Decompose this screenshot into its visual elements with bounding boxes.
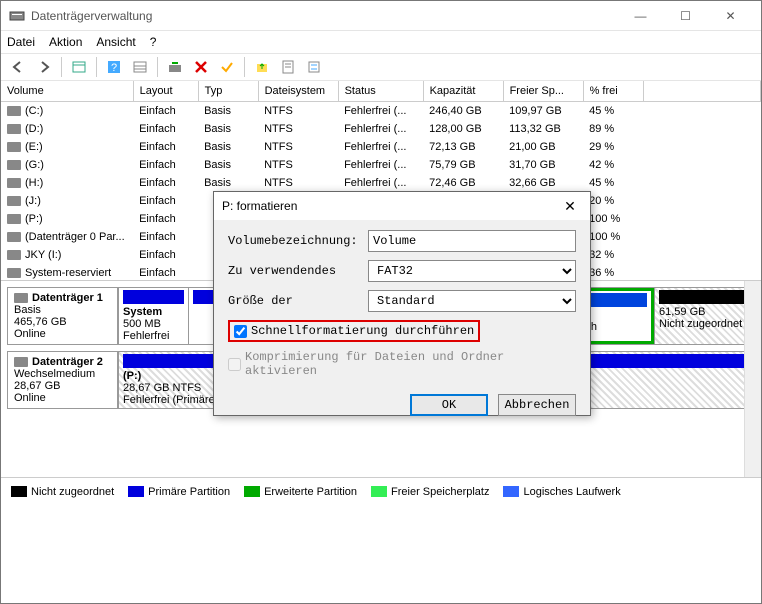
delete-button[interactable] bbox=[190, 56, 212, 78]
label-volume-name: Volumebezeichnung: bbox=[228, 234, 368, 248]
settings-button[interactable] bbox=[303, 56, 325, 78]
alloc-size-select[interactable]: Standard bbox=[368, 290, 576, 312]
label-filesystem: Zu verwendendes bbox=[228, 264, 368, 278]
forward-button[interactable] bbox=[33, 56, 55, 78]
col-layout[interactable]: Layout bbox=[133, 81, 198, 102]
legend: Nicht zugeordnet Primäre Partition Erwei… bbox=[1, 477, 761, 505]
table-header: Volume Layout Typ Dateisystem Status Kap… bbox=[1, 81, 761, 102]
compress-label: Komprimierung für Dateien und Ordner akt… bbox=[245, 350, 576, 378]
legend-free: Freier Speicherplatz bbox=[391, 486, 489, 498]
table-row[interactable]: (C:)EinfachBasisNTFSFehlerfrei (...246,4… bbox=[1, 102, 761, 121]
close-button[interactable]: ✕ bbox=[708, 2, 753, 30]
menu-view[interactable]: Ansicht bbox=[96, 35, 135, 49]
col-volume[interactable]: Volume bbox=[1, 81, 133, 102]
window-title: Datenträgerverwaltung bbox=[31, 9, 618, 23]
view-button[interactable] bbox=[68, 56, 90, 78]
table-row[interactable]: (E:)EinfachBasisNTFSFehlerfrei (...72,13… bbox=[1, 138, 761, 156]
col-pct[interactable]: % frei bbox=[583, 81, 643, 102]
disk1-name: Datenträger 1 bbox=[32, 292, 103, 304]
partition[interactable]: System 500 MB Fehlerfrei bbox=[118, 288, 188, 344]
app-icon bbox=[9, 8, 25, 24]
disk1-type: Basis bbox=[14, 304, 41, 316]
cancel-button[interactable]: Abbrechen bbox=[498, 394, 576, 416]
toolbar: ? bbox=[1, 53, 761, 81]
up-button[interactable] bbox=[251, 56, 273, 78]
menu-file[interactable]: Datei bbox=[7, 35, 35, 49]
maximize-button[interactable]: ☐ bbox=[663, 2, 708, 30]
dialog-close-button[interactable]: ✕ bbox=[558, 198, 582, 215]
legend-primary: Primäre Partition bbox=[148, 486, 230, 498]
unallocated[interactable]: 61,59 GB Nicht zugeordnet bbox=[654, 288, 754, 344]
refresh-button[interactable] bbox=[164, 56, 186, 78]
menu-action[interactable]: Aktion bbox=[49, 35, 82, 49]
list-button[interactable] bbox=[129, 56, 151, 78]
disk1-size: 465,76 GB bbox=[14, 316, 67, 328]
label-alloc-size: Größe der bbox=[228, 294, 368, 308]
disk-management-window: Datenträgerverwaltung — ☐ ✕ Datei Aktion… bbox=[0, 0, 762, 604]
titlebar: Datenträgerverwaltung — ☐ ✕ bbox=[1, 1, 761, 31]
ok-button[interactable]: OK bbox=[410, 394, 488, 416]
menu-help[interactable]: ? bbox=[150, 35, 157, 49]
disk2-status: Online bbox=[14, 392, 46, 404]
minimize-button[interactable]: — bbox=[618, 2, 663, 30]
format-dialog: P: formatieren ✕ Volumebezeichnung: Zu v… bbox=[213, 191, 591, 416]
legend-extended: Erweiterte Partition bbox=[264, 486, 357, 498]
legend-logical: Logisches Laufwerk bbox=[523, 486, 620, 498]
col-capacity[interactable]: Kapazität bbox=[423, 81, 503, 102]
dialog-title: P: formatieren bbox=[222, 199, 558, 213]
col-status[interactable]: Status bbox=[338, 81, 423, 102]
legend-unallocated: Nicht zugeordnet bbox=[31, 486, 114, 498]
disk1-status: Online bbox=[14, 328, 46, 340]
quick-format-checkbox[interactable] bbox=[234, 325, 247, 338]
table-row[interactable]: (H:)EinfachBasisNTFSFehlerfrei (...72,46… bbox=[1, 174, 761, 192]
quick-format-label: Schnellformatierung durchführen bbox=[251, 324, 474, 338]
quick-format-highlight: Schnellformatierung durchführen bbox=[228, 320, 480, 342]
table-row[interactable]: (D:)EinfachBasisNTFSFehlerfrei (...128,0… bbox=[1, 120, 761, 138]
col-fs[interactable]: Dateisystem bbox=[258, 81, 338, 102]
scrollbar[interactable] bbox=[744, 281, 761, 477]
properties-button[interactable] bbox=[277, 56, 299, 78]
check-button[interactable] bbox=[216, 56, 238, 78]
volume-name-input[interactable] bbox=[368, 230, 576, 252]
disk2-name: Datenträger 2 bbox=[32, 356, 103, 368]
compress-checkbox bbox=[228, 358, 241, 371]
disk-icon bbox=[14, 357, 28, 367]
disk2-type: Wechselmedium bbox=[14, 368, 95, 380]
col-type[interactable]: Typ bbox=[198, 81, 258, 102]
help-button[interactable]: ? bbox=[103, 56, 125, 78]
disk-icon bbox=[14, 293, 28, 303]
menubar: Datei Aktion Ansicht ? bbox=[1, 31, 761, 53]
col-free[interactable]: Freier Sp... bbox=[503, 81, 583, 102]
back-button[interactable] bbox=[7, 56, 29, 78]
disk2-size: 28,67 GB bbox=[14, 380, 60, 392]
svg-text:?: ? bbox=[111, 62, 117, 74]
filesystem-select[interactable]: FAT32 bbox=[368, 260, 576, 282]
table-row[interactable]: (G:)EinfachBasisNTFSFehlerfrei (...75,79… bbox=[1, 156, 761, 174]
